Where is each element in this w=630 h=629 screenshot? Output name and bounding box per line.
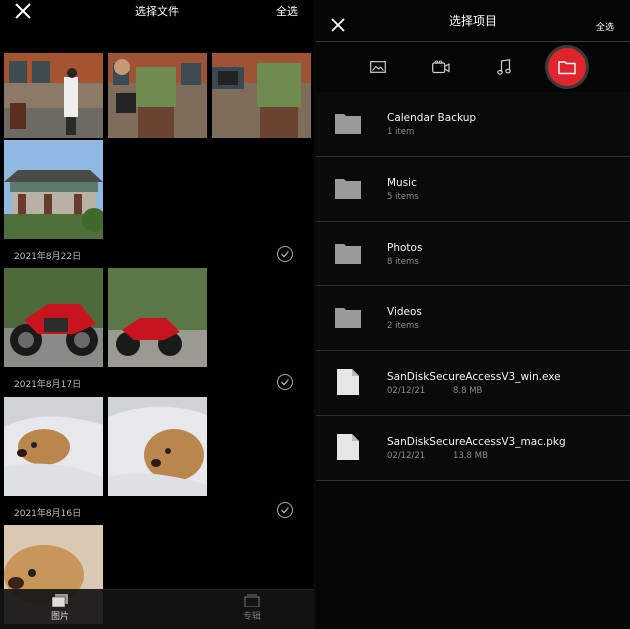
- photo-thumbnail[interactable]: [4, 397, 103, 496]
- tab-label: 图片: [50, 612, 69, 622]
- video-icon: [432, 60, 450, 74]
- item-name: SanDiskSecureAccessV3_mac.pkg: [387, 435, 566, 448]
- photo-thumbnail[interactable]: [212, 53, 311, 138]
- folder-icon: [558, 61, 576, 75]
- folder-icon: [335, 243, 361, 264]
- item-picker-panel: 选择项目 全选 Calendar Backup 1 item Music 5 i…: [316, 0, 630, 629]
- list-item[interactable]: SanDiskSecureAccessV3_win.exe 02/12/21 8…: [316, 351, 630, 416]
- file-icon: [337, 369, 359, 396]
- tab-albums[interactable]: 专辑: [222, 594, 282, 622]
- image-icon: [370, 61, 386, 73]
- date-header: 2021年8月22日: [14, 252, 82, 262]
- page-title: 选择文件: [135, 5, 179, 18]
- item-name: Videos: [387, 306, 422, 319]
- select-group-checkbox[interactable]: [277, 502, 293, 518]
- file-list: Calendar Backup 1 item Music 5 items Pho…: [316, 92, 630, 481]
- select-all-button[interactable]: 全选: [276, 3, 298, 19]
- item-meta: 02/12/21 13.8 MB: [387, 450, 488, 461]
- filter-videos-button[interactable]: [422, 48, 460, 86]
- file-picker-panel: 选择文件 全选 2021年8月22日 2021年8月17日 2021年8月16日…: [0, 0, 314, 629]
- list-item[interactable]: Calendar Backup 1 item: [316, 92, 630, 157]
- item-name: Music: [387, 176, 417, 189]
- item-size: 8.8 MB: [453, 386, 483, 397]
- picker-header: 选择项目 全选: [316, 0, 630, 42]
- albums-icon: [244, 594, 260, 607]
- photo-thumbnail[interactable]: [4, 268, 103, 367]
- item-name: Photos: [387, 241, 423, 254]
- item-count: 2 items: [387, 321, 419, 332]
- item-date: 02/12/21: [387, 450, 426, 461]
- picker-top-bar: 选择文件 全选: [0, 0, 314, 34]
- list-item[interactable]: Videos 2 items: [316, 286, 630, 352]
- photo-thumbnail[interactable]: [108, 268, 207, 367]
- list-item[interactable]: SanDiskSecureAccessV3_mac.pkg 02/12/21 1…: [316, 415, 630, 481]
- folder-icon: [335, 308, 361, 329]
- photo-thumbnail[interactable]: [4, 53, 103, 138]
- item-count: 8 items: [387, 256, 419, 267]
- type-filter-bar: [316, 46, 630, 90]
- filter-music-button[interactable]: [485, 48, 523, 86]
- folder-icon: [335, 114, 361, 134]
- photo-thumbnail[interactable]: [108, 397, 207, 496]
- item-name: SanDiskSecureAccessV3_win.exe: [387, 371, 561, 384]
- item-size: 13.8 MB: [453, 450, 488, 461]
- date-header: 2021年8月16日: [14, 509, 82, 519]
- filter-images-button[interactable]: [359, 48, 397, 86]
- item-meta: 02/12/21 8.8 MB: [387, 386, 482, 397]
- item-count: 5 items: [387, 191, 419, 202]
- list-item[interactable]: Music 5 items: [316, 156, 630, 222]
- filter-folders-button[interactable]: [548, 48, 586, 86]
- folder-icon: [335, 178, 361, 199]
- select-group-checkbox[interactable]: [277, 374, 293, 390]
- select-group-checkbox[interactable]: [277, 246, 293, 262]
- tab-label: 专辑: [242, 612, 261, 622]
- item-date: 02/12/21: [387, 386, 426, 397]
- select-all-button[interactable]: 全选: [596, 20, 614, 33]
- page-title: 选择项目: [448, 14, 497, 28]
- item-name: Calendar Backup: [387, 112, 477, 124]
- date-header: 2021年8月17日: [14, 380, 82, 390]
- music-icon: [497, 59, 511, 75]
- photo-thumbnail[interactable]: [108, 53, 207, 138]
- bottom-tab-bar: 图片 专辑: [0, 589, 314, 629]
- item-count: 1 item: [387, 127, 415, 137]
- tab-photos[interactable]: 图片: [30, 594, 90, 622]
- file-icon: [337, 433, 359, 460]
- photo-thumbnail[interactable]: [4, 140, 103, 239]
- list-item[interactable]: Photos 8 items: [316, 221, 630, 287]
- photos-icon: [52, 594, 68, 607]
